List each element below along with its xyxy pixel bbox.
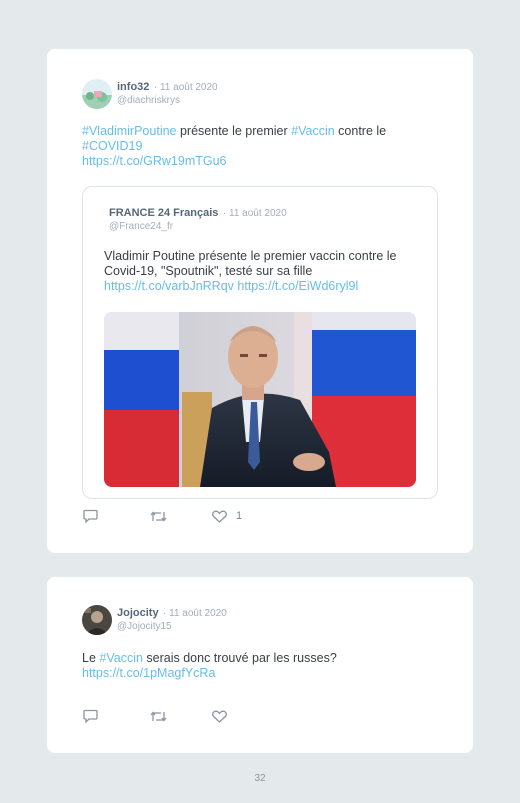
hashtag[interactable]: #Vaccin (99, 651, 143, 665)
tweet-card: info32 · 11 août 2020 @diachriskrys #Vla… (47, 49, 473, 553)
quoted-link[interactable]: https://t.co/EiWd6ryl9l (237, 279, 358, 293)
photo-of-man-with-flag (104, 312, 416, 487)
tweet-text: #VladimirPoutine présente le premier #Va… (82, 124, 387, 168)
heart-icon (212, 710, 227, 723)
retweet-icon (150, 710, 167, 722)
tweet-date[interactable]: 11 août 2020 (169, 608, 227, 619)
avatar-person-icon (82, 605, 112, 635)
avatar-landscape-icon (82, 79, 112, 109)
quoted-date[interactable]: 11 août 2020 (229, 208, 287, 219)
quoted-tweet[interactable]: FRANCE 24 Français · 11 août 2020 @Franc… (82, 186, 438, 499)
quoted-photo[interactable] (104, 312, 416, 487)
reply-button[interactable] (83, 509, 98, 523)
hashtag[interactable]: #VladimirPoutine (82, 124, 177, 138)
reply-icon (83, 509, 98, 523)
tweet-header: info32 · 11 août 2020 @diachriskrys (82, 79, 218, 109)
tweet-text: Le #Vaccin serais donc trouvé par les ru… (82, 651, 337, 680)
like-button[interactable] (212, 710, 227, 723)
tweet-actions (83, 709, 227, 723)
quoted-link[interactable]: https://t.co/varbJnRRqv (104, 279, 234, 293)
author-name[interactable]: Jojocity (117, 607, 159, 619)
like-count: 1 (236, 510, 243, 522)
hashtag[interactable]: #COVID19 (82, 139, 142, 153)
reply-button[interactable] (83, 709, 98, 723)
tweet-link[interactable]: https://t.co/GRw19mTGu6 (82, 154, 227, 168)
tweet-card: Jojocity · 11 août 2020 @Jojocity15 Le #… (47, 577, 473, 753)
author-name[interactable]: info32 (117, 81, 149, 93)
hashtag[interactable]: #Vaccin (291, 124, 335, 138)
author-handle[interactable]: @diachriskrys (117, 94, 218, 107)
heart-icon (212, 510, 227, 523)
quoted-author-handle[interactable]: @France24_fr (109, 220, 287, 233)
avatar[interactable] (82, 605, 112, 635)
author-handle[interactable]: @Jojocity15 (117, 620, 227, 633)
retweet-button[interactable] (150, 510, 167, 523)
tweet-date[interactable]: 11 août 2020 (160, 82, 218, 93)
tweet-header: Jojocity · 11 août 2020 @Jojocity15 (82, 605, 227, 635)
quoted-author-name[interactable]: FRANCE 24 Français (109, 207, 218, 219)
tweet-actions: 1 (83, 509, 242, 523)
page-number: 32 (254, 773, 266, 784)
tweet-link[interactable]: https://t.co/1pMagfYcRa (82, 666, 215, 680)
like-button[interactable]: 1 (212, 510, 242, 523)
avatar[interactable] (82, 79, 112, 109)
reply-icon (83, 709, 98, 723)
quoted-tweet-text: Vladimir Poutine présente le premier vac… (104, 249, 397, 293)
quoted-tweet-header: FRANCE 24 Français · 11 août 2020 @Franc… (109, 207, 287, 233)
retweet-button[interactable] (150, 710, 167, 723)
retweet-icon (150, 510, 167, 522)
